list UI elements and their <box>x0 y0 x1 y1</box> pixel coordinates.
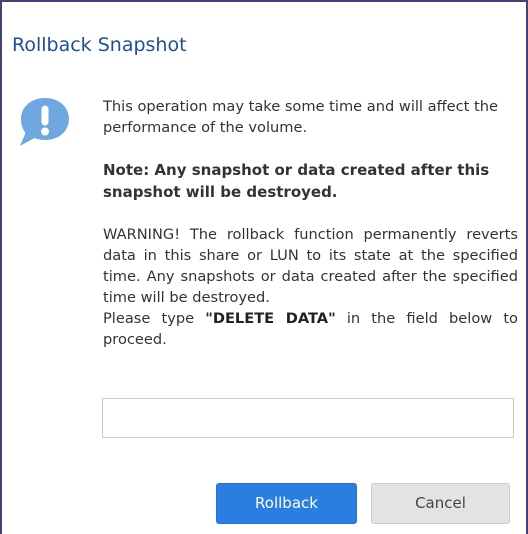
instruction-prefix: Please type <box>103 310 206 327</box>
destroy-note: Note: Any snapshot or data created after… <box>103 161 490 201</box>
delete-data-keyword: "DELETE DATA" <box>205 310 336 327</box>
dialog-title: Rollback Snapshot <box>12 34 187 56</box>
info-icon <box>15 94 73 150</box>
performance-message: This operation may take some time and wi… <box>103 98 498 136</box>
delete-instruction: Please type "DELETE DATA" in the field b… <box>103 308 518 350</box>
dialog-message: This operation may take some time and wi… <box>103 96 518 350</box>
rollback-button[interactable]: Rollback <box>216 483 357 524</box>
delete-data-confirm-input[interactable] <box>102 398 514 438</box>
info-speech-bubble-icon <box>20 98 69 146</box>
cancel-button[interactable]: Cancel <box>371 483 510 524</box>
rollback-warning: WARNING! The rollback function permanent… <box>103 226 518 306</box>
rollback-snapshot-dialog: Rollback Snapshot This operation may tak… <box>0 0 528 534</box>
